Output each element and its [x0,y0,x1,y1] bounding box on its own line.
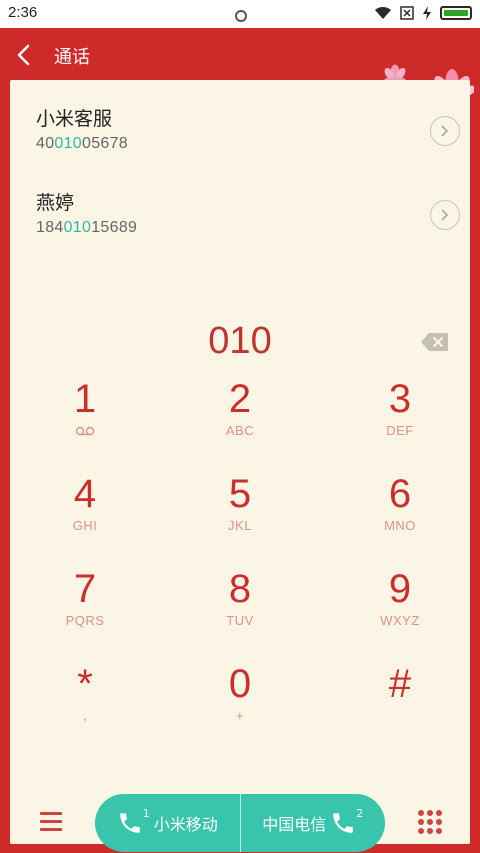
key-3[interactable]: 3 DEF [325,375,475,465]
back-arrow-icon [17,44,30,66]
status-icons [374,6,472,20]
contact-number: 4001005678 [36,135,129,152]
dialpad-toggle-icon[interactable] [418,810,442,834]
chevron-right-icon [441,209,449,221]
status-time: 2:36 [8,4,38,21]
charging-icon [423,6,431,20]
contact-name: 燕婷 [36,192,75,214]
call-sim2-button[interactable]: 中国电信 2 [239,794,386,852]
contact-number: 18401015689 [36,219,138,236]
menu-button[interactable] [40,812,64,834]
contact-name: 小米客服 [36,108,113,130]
status-bar: 2:36 [0,0,480,28]
voicemail-icon [75,426,95,436]
backspace-icon[interactable] [420,332,450,352]
key-8[interactable]: 8 TUV [165,565,315,655]
dual-sim-call-group: 1 小米移动 中国电信 2 [95,794,385,852]
phone-icon [333,813,353,833]
key-hash[interactable]: # [325,660,475,750]
phone-icon [119,813,140,833]
page-title: 通话 [54,47,90,68]
bottom-bar: 1 小米移动 中国电信 2 [10,792,470,852]
dial-number-display: 010 [208,320,272,362]
key-2[interactable]: 2 ABC [165,375,315,465]
sim1-carrier-label: 小米移动 [153,815,218,834]
contact-match-item[interactable]: 小米客服 4001005678 [10,92,470,176]
chevron-right-icon [441,125,449,137]
key-4[interactable]: 4 GHI [10,470,160,560]
back-button[interactable] [16,41,40,69]
call-sim1-button[interactable]: 1 小米移动 [95,794,240,852]
menu-icon [40,812,62,815]
key-5[interactable]: 5 JKL [165,470,315,560]
battery-icon [440,6,472,20]
sim-index: 1 [142,806,150,820]
key-star[interactable]: * , [10,660,160,750]
key-1[interactable]: 1 [10,375,160,465]
notification-icon [235,10,247,22]
contact-detail-button[interactable] [430,200,460,230]
contact-detail-button[interactable] [430,116,460,146]
key-6[interactable]: 6 MNO [325,470,475,560]
no-sim-icon [400,6,414,20]
dialer-panel: 小米客服 4001005678 燕婷 18401015689 010 1 2 A… [10,80,470,852]
wifi-icon [375,6,391,19]
sim2-carrier-label: 中国电信 [262,815,327,834]
header: 通话 [0,28,480,101]
key-0[interactable]: 0 + [165,660,315,750]
key-7[interactable]: 7 PQRS [10,565,160,655]
contact-match-item[interactable]: 燕婷 18401015689 [10,176,470,260]
dialer-frame: 通话 小米客服 4001005678 燕婷 18401015689 010 1 … [0,28,480,853]
sim-index: 2 [356,806,364,820]
key-9[interactable]: 9 WXYZ [325,565,475,655]
